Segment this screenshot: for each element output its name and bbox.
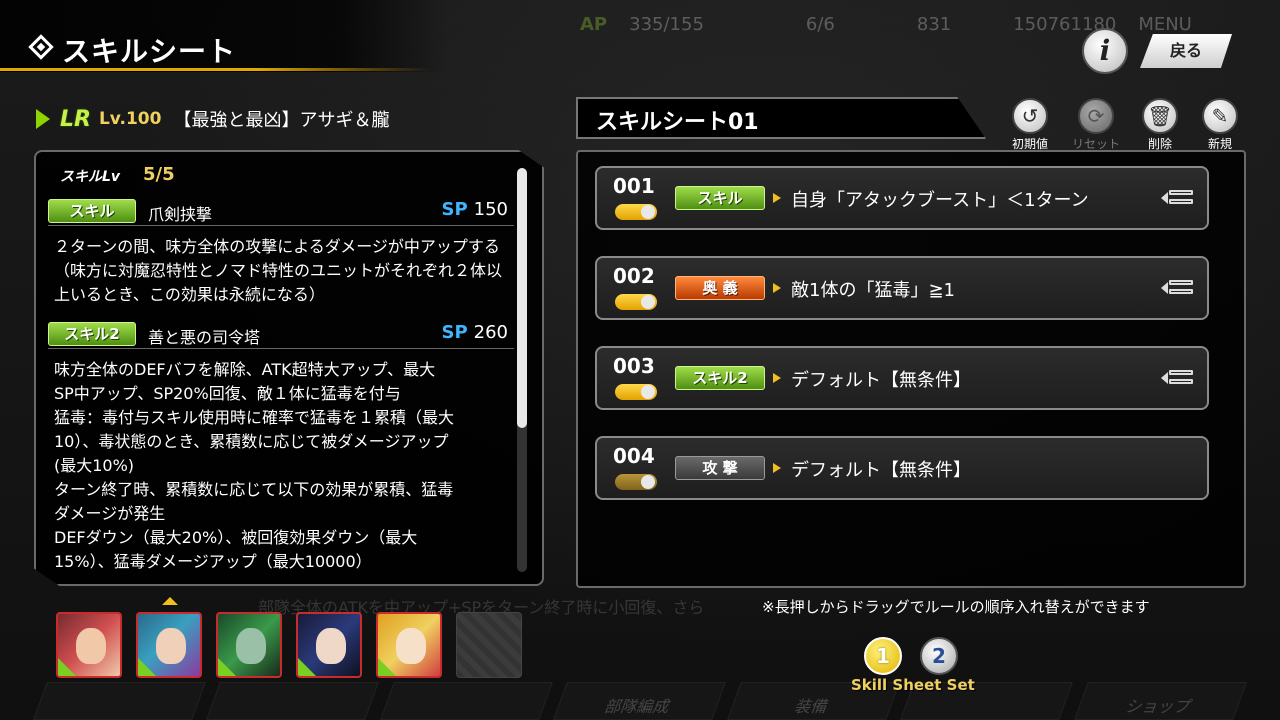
description-line: 猛毒：毒付与スキル使用時に確率で猛毒を１累積（最大 [54,408,455,427]
character-title: LR Lv.100 【最強と最凶】アサギ＆朧 [36,106,389,132]
back-button[interactable]: 戻る [1140,34,1232,68]
reorder-note: ※長押しからドラッグでルールの順序入れ替えができます [762,598,1150,616]
skill2-name: 善と悪の司令塔 [148,328,261,347]
description-line: 15%）、猛毒ダメージアップ（最大10000） [54,552,372,571]
character-portrait [236,628,266,664]
rule-toggle[interactable] [615,474,657,490]
skill2-header: スキル2 善と悪の司令塔 SP 260 [48,321,514,349]
rule-row-001[interactable]: 001 スキル 自身「アタックブースト」＜1ターン [595,166,1209,230]
character-portrait [316,628,346,664]
skill1-tag: スキル [48,199,136,223]
description-line: 10）、毒状態のとき、累積数に応じて被ダメージアップ [54,432,449,451]
character-icon-5[interactable] [376,612,442,678]
pencil-icon: ✎ [1202,98,1238,134]
drag-handle-icon[interactable] [1161,184,1195,212]
arrow-icon [773,193,781,203]
skill-level-value: 5/5 [143,164,175,185]
rarity-corner [58,658,76,676]
rule-condition: デフォルト【無条件】 [791,460,971,481]
description-line: (最大10%) [54,456,135,475]
selected-character-marker [162,597,178,605]
history-icon: ↺ [1012,98,1048,134]
skill-panel-scrollbar[interactable] [517,168,527,572]
rule-number: 003 [613,354,655,378]
rule-toggle[interactable] [615,384,657,400]
empty-character-slot[interactable] [456,612,522,678]
rule-skill-tag: スキル2 [675,366,765,390]
page-title: スキルシート [62,35,237,68]
sp-value: 150 [473,199,508,220]
skill-level-label: スキルLv [60,169,121,185]
drag-handle-icon[interactable] [1161,274,1195,302]
rule-number: 001 [613,174,655,198]
rule-condition: デフォルト【無条件】 [791,370,971,391]
rule-skill-tag: 攻 撃 [675,456,765,480]
skill2-sp: SP 260 [441,322,508,343]
description-line: 味方全体のDEFバフを解除、ATK超特大アップ、最大 [54,360,436,379]
character-name: 【最強と最凶】アサギ＆朧 [173,110,390,131]
character-portrait [156,628,186,664]
sheet-title: スキルシート01 [596,110,759,135]
arrow-icon [773,373,781,383]
rarity-badge: LR [60,106,91,132]
scroll-thumb[interactable] [517,168,527,428]
character-icon-1[interactable] [56,612,122,678]
rarity-corner [298,658,316,676]
character-icon-2[interactable] [136,612,202,678]
rule-number: 004 [613,444,655,468]
rule-row-004[interactable]: 004 攻 撃 デフォルト【無条件】 [595,436,1209,500]
arrow-icon [773,283,781,293]
character-portrait [396,628,426,664]
new-button[interactable]: ✎ 新規 [1198,98,1242,152]
arrow-icon [773,463,781,473]
skill-sheet-set-1-button[interactable]: 1 [864,637,902,675]
character-portrait [76,628,106,664]
rarity-corner [218,658,236,676]
skill-sheet-set-2-button[interactable]: 2 [920,637,958,675]
skill1-name: 爪剣挟撃 [148,205,213,224]
reset-button[interactable]: ⟳ リセット [1072,98,1120,152]
description-line: ターン終了時、累積数に応じて以下の効果が累積、猛毒 [54,480,454,499]
rule-row-002[interactable]: 002 奥 義 敵1体の「猛毒」≧1 [595,256,1209,320]
trash-icon: 🗑 [1142,98,1178,134]
reset-icon: ⟳ [1078,98,1114,134]
default-button[interactable]: ↺ 初期値 [1008,98,1052,152]
skill1-description: ２ターンの間、味方全体の攻撃によるダメージが中アップする（味方に対魔忍特性とノマ… [54,237,503,304]
character-icon-4[interactable] [296,612,362,678]
rule-condition: 敵1体の「猛毒」≧1 [791,280,955,301]
drag-handle-icon[interactable] [1161,364,1195,392]
character-icon-3[interactable] [216,612,282,678]
rule-toggle[interactable] [615,294,657,310]
sp-label: SP [441,199,468,220]
description-line: DEFダウン（最大20%）、被回復効果ダウン（最大 [54,528,418,547]
rule-toggle[interactable] [615,204,657,220]
character-level: Lv.100 [98,109,162,129]
sp-value: 260 [473,322,508,343]
rule-row-003[interactable]: 003 スキル2 デフォルト【無条件】 [595,346,1209,410]
skill-sheet-set-label: Skill Sheet Set [851,676,975,694]
rule-skill-tag: スキル [675,186,765,210]
skill1-header: スキル 爪剣挟撃 SP 150 [48,198,514,226]
description-line: SP中アップ、SP20%回復、敵１体に猛毒を付与 [54,384,401,403]
rarity-arrow-icon [36,109,50,129]
info-button[interactable]: i [1082,28,1128,74]
skill2-tag: スキル2 [48,322,136,346]
description-line: ダメージが発生 [54,504,166,523]
rarity-corner [378,658,396,676]
rule-number: 002 [613,264,655,288]
rule-skill-tag: 奥 義 [675,276,765,300]
skill1-sp: SP 150 [441,199,508,220]
skill2-description: 味方全体のDEFバフを解除、ATK超特大アップ、最大 SP中アップ、SP20%回… [54,358,514,574]
rarity-corner [138,658,156,676]
sp-label: SP [441,322,468,343]
delete-button[interactable]: 🗑 削除 [1138,98,1182,152]
rule-condition: 自身「アタックブースト」＜1ターン [791,190,1089,211]
